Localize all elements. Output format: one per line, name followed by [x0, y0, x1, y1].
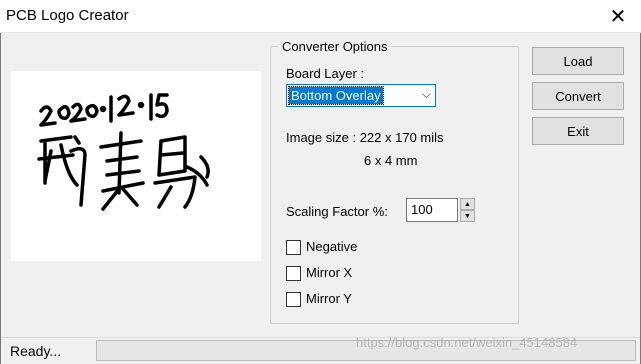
- logo-preview: [11, 71, 261, 261]
- convert-button[interactable]: Convert: [532, 82, 624, 110]
- exit-button[interactable]: Exit: [532, 117, 624, 145]
- spin-up-icon[interactable]: ▲: [460, 198, 475, 210]
- load-button[interactable]: Load: [532, 47, 624, 75]
- board-layer-select[interactable]: Bottom Overlay ⌵: [286, 84, 436, 107]
- mirror-y-checkbox-label: Mirror Y: [306, 291, 352, 306]
- mirror-x-checkbox[interactable]: Mirror X: [286, 265, 386, 283]
- board-layer-label: Board Layer :: [286, 66, 365, 81]
- image-size-mm: 6 x 4 mm: [364, 153, 418, 168]
- window-border-left: [0, 33, 1, 364]
- negative-checkbox-label: Negative: [306, 239, 358, 254]
- spin-down-icon[interactable]: ▼: [460, 210, 475, 222]
- title-bar: PCB Logo Creator ✕: [0, 0, 641, 33]
- negative-checkbox-box[interactable]: [286, 240, 301, 255]
- watermark-text: https://blog.csdn.net/weixin_45148584: [356, 335, 578, 350]
- mirror-y-checkbox[interactable]: Mirror Y: [286, 291, 386, 309]
- scaling-factor-spinner[interactable]: ▲ ▼: [460, 198, 475, 222]
- chevron-down-icon[interactable]: ⌵: [422, 87, 431, 102]
- scaling-factor-input[interactable]: 100: [406, 198, 458, 222]
- board-layer-value: Bottom Overlay: [288, 86, 384, 105]
- status-text: Ready...: [10, 343, 62, 359]
- signature-image: [37, 93, 210, 211]
- scaling-factor-label: Scaling Factor %:: [286, 204, 388, 219]
- image-size-label: Image size : 222 x 170 mils: [286, 130, 444, 145]
- window-title: PCB Logo Creator: [6, 7, 129, 24]
- mirror-y-checkbox-box[interactable]: [286, 292, 301, 307]
- negative-checkbox[interactable]: Negative: [286, 239, 386, 257]
- mirror-x-checkbox-label: Mirror X: [306, 265, 353, 280]
- mirror-x-checkbox-box[interactable]: [286, 266, 301, 281]
- converter-options-title: Converter Options: [278, 39, 392, 54]
- close-icon[interactable]: ✕: [595, 0, 641, 33]
